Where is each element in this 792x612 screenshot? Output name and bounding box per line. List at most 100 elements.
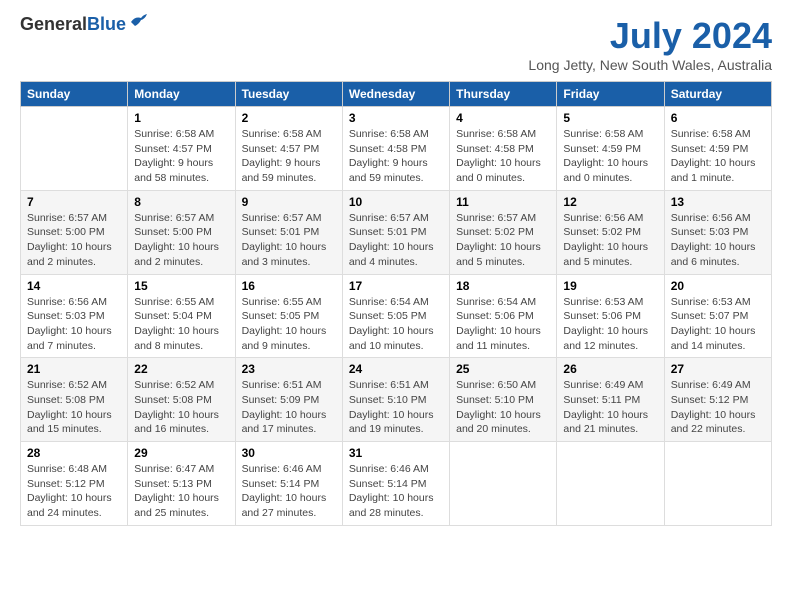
table-row: 8 Sunrise: 6:57 AMSunset: 5:00 PMDaylight…: [128, 190, 235, 274]
table-row: [21, 107, 128, 191]
day-info: Sunrise: 6:58 AMSunset: 4:57 PMDaylight:…: [134, 127, 228, 186]
table-row: 5 Sunrise: 6:58 AMSunset: 4:59 PMDaylight…: [557, 107, 664, 191]
day-number: 21: [27, 362, 121, 376]
day-info: Sunrise: 6:57 AMSunset: 5:01 PMDaylight:…: [242, 211, 336, 270]
day-number: 29: [134, 446, 228, 460]
table-row: [557, 442, 664, 526]
table-row: 19 Sunrise: 6:53 AMSunset: 5:06 PMDayligh…: [557, 274, 664, 358]
logo: GeneralBlue: [20, 15, 147, 35]
logo-blue-text: Blue: [87, 14, 126, 34]
day-number: 25: [456, 362, 550, 376]
day-info: Sunrise: 6:58 AMSunset: 4:58 PMDaylight:…: [456, 127, 550, 186]
day-number: 3: [349, 111, 443, 125]
day-info: Sunrise: 6:51 AMSunset: 5:09 PMDaylight:…: [242, 378, 336, 437]
table-row: 4 Sunrise: 6:58 AMSunset: 4:58 PMDaylight…: [450, 107, 557, 191]
table-row: [664, 442, 771, 526]
day-number: 28: [27, 446, 121, 460]
day-info: Sunrise: 6:58 AMSunset: 4:59 PMDaylight:…: [671, 127, 765, 186]
day-number: 17: [349, 279, 443, 293]
day-number: 24: [349, 362, 443, 376]
day-info: Sunrise: 6:51 AMSunset: 5:10 PMDaylight:…: [349, 378, 443, 437]
table-row: 27 Sunrise: 6:49 AMSunset: 5:12 PMDayligh…: [664, 358, 771, 442]
table-row: 3 Sunrise: 6:58 AMSunset: 4:58 PMDaylight…: [342, 107, 449, 191]
day-number: 5: [563, 111, 657, 125]
table-row: [450, 442, 557, 526]
day-number: 22: [134, 362, 228, 376]
title-block: July 2024 Long Jetty, New South Wales, A…: [528, 15, 772, 73]
day-info: Sunrise: 6:58 AMSunset: 4:58 PMDaylight:…: [349, 127, 443, 186]
table-row: 17Sunrise: 6:54 AMSunset: 5:05 PMDayligh…: [342, 274, 449, 358]
table-row: 6 Sunrise: 6:58 AMSunset: 4:59 PMDaylight…: [664, 107, 771, 191]
col-wednesday: Wednesday: [342, 82, 449, 107]
day-info: Sunrise: 6:57 AMSunset: 5:00 PMDaylight:…: [134, 211, 228, 270]
calendar-header: Sunday Monday Tuesday Wednesday Thursday…: [21, 82, 772, 107]
table-row: 2Sunrise: 6:58 AMSunset: 4:57 PMDaylight…: [235, 107, 342, 191]
day-info: Sunrise: 6:52 AMSunset: 5:08 PMDaylight:…: [134, 378, 228, 437]
table-row: 25 Sunrise: 6:50 AMSunset: 5:10 PMDayligh…: [450, 358, 557, 442]
day-number: 6: [671, 111, 765, 125]
day-info: Sunrise: 6:55 AMSunset: 5:05 PMDaylight:…: [242, 295, 336, 354]
table-row: 13 Sunrise: 6:56 AMSunset: 5:03 PMDayligh…: [664, 190, 771, 274]
day-info: Sunrise: 6:53 AMSunset: 5:07 PMDaylight:…: [671, 295, 765, 354]
day-number: 9: [242, 195, 336, 209]
day-number: 23: [242, 362, 336, 376]
day-number: 1: [134, 111, 228, 125]
table-row: 15Sunrise: 6:55 AMSunset: 5:04 PMDayligh…: [128, 274, 235, 358]
table-row: 1 Sunrise: 6:58 AMSunset: 4:57 PMDaylight…: [128, 107, 235, 191]
calendar-week-row: 14Sunrise: 6:56 AMSunset: 5:03 PMDayligh…: [21, 274, 772, 358]
day-info: Sunrise: 6:50 AMSunset: 5:10 PMDaylight:…: [456, 378, 550, 437]
col-sunday: Sunday: [21, 82, 128, 107]
day-info: Sunrise: 6:53 AMSunset: 5:06 PMDaylight:…: [563, 295, 657, 354]
location-text: Long Jetty, New South Wales, Australia: [528, 57, 772, 73]
day-info: Sunrise: 6:46 AMSunset: 5:14 PMDaylight:…: [242, 462, 336, 521]
calendar-table: Sunday Monday Tuesday Wednesday Thursday…: [20, 81, 772, 526]
table-row: 28 Sunrise: 6:48 AMSunset: 5:12 PMDayligh…: [21, 442, 128, 526]
month-title: July 2024: [528, 15, 772, 57]
day-info: Sunrise: 6:54 AMSunset: 5:06 PMDaylight:…: [456, 295, 550, 354]
table-row: 20Sunrise: 6:53 AMSunset: 5:07 PMDayligh…: [664, 274, 771, 358]
logo-bird-icon: [129, 14, 147, 30]
table-row: 14Sunrise: 6:56 AMSunset: 5:03 PMDayligh…: [21, 274, 128, 358]
day-info: Sunrise: 6:46 AMSunset: 5:14 PMDaylight:…: [349, 462, 443, 521]
table-row: 23 Sunrise: 6:51 AMSunset: 5:09 PMDayligh…: [235, 358, 342, 442]
table-row: 12Sunrise: 6:56 AMSunset: 5:02 PMDayligh…: [557, 190, 664, 274]
day-number: 19: [563, 279, 657, 293]
day-number: 15: [134, 279, 228, 293]
header-row: GeneralBlue July 2024 Long Jetty, New So…: [20, 15, 772, 73]
day-number: 12: [563, 195, 657, 209]
day-number: 30: [242, 446, 336, 460]
day-number: 14: [27, 279, 121, 293]
day-number: 7: [27, 195, 121, 209]
day-info: Sunrise: 6:48 AMSunset: 5:12 PMDaylight:…: [27, 462, 121, 521]
day-number: 8: [134, 195, 228, 209]
table-row: 11Sunrise: 6:57 AMSunset: 5:02 PMDayligh…: [450, 190, 557, 274]
col-tuesday: Tuesday: [235, 82, 342, 107]
day-number: 4: [456, 111, 550, 125]
col-saturday: Saturday: [664, 82, 771, 107]
col-friday: Friday: [557, 82, 664, 107]
table-row: 9 Sunrise: 6:57 AMSunset: 5:01 PMDaylight…: [235, 190, 342, 274]
col-thursday: Thursday: [450, 82, 557, 107]
day-info: Sunrise: 6:57 AMSunset: 5:01 PMDaylight:…: [349, 211, 443, 270]
table-row: 29Sunrise: 6:47 AMSunset: 5:13 PMDayligh…: [128, 442, 235, 526]
table-row: 26Sunrise: 6:49 AMSunset: 5:11 PMDayligh…: [557, 358, 664, 442]
table-row: 30 Sunrise: 6:46 AMSunset: 5:14 PMDayligh…: [235, 442, 342, 526]
table-row: 24 Sunrise: 6:51 AMSunset: 5:10 PMDayligh…: [342, 358, 449, 442]
day-number: 26: [563, 362, 657, 376]
calendar-week-row: 28 Sunrise: 6:48 AMSunset: 5:12 PMDayligh…: [21, 442, 772, 526]
day-info: Sunrise: 6:49 AMSunset: 5:12 PMDaylight:…: [671, 378, 765, 437]
table-row: 7 Sunrise: 6:57 AMSunset: 5:00 PMDaylight…: [21, 190, 128, 274]
day-info: Sunrise: 6:56 AMSunset: 5:03 PMDaylight:…: [671, 211, 765, 270]
day-info: Sunrise: 6:58 AMSunset: 4:59 PMDaylight:…: [563, 127, 657, 186]
day-number: 11: [456, 195, 550, 209]
day-info: Sunrise: 6:57 AMSunset: 5:00 PMDaylight:…: [27, 211, 121, 270]
day-number: 27: [671, 362, 765, 376]
logo-general-text: General: [20, 14, 87, 34]
day-number: 31: [349, 446, 443, 460]
day-info: Sunrise: 6:52 AMSunset: 5:08 PMDaylight:…: [27, 378, 121, 437]
day-number: 13: [671, 195, 765, 209]
table-row: 31 Sunrise: 6:46 AMSunset: 5:14 PMDayligh…: [342, 442, 449, 526]
table-row: 16Sunrise: 6:55 AMSunset: 5:05 PMDayligh…: [235, 274, 342, 358]
day-number: 10: [349, 195, 443, 209]
table-row: 21 Sunrise: 6:52 AMSunset: 5:08 PMDayligh…: [21, 358, 128, 442]
